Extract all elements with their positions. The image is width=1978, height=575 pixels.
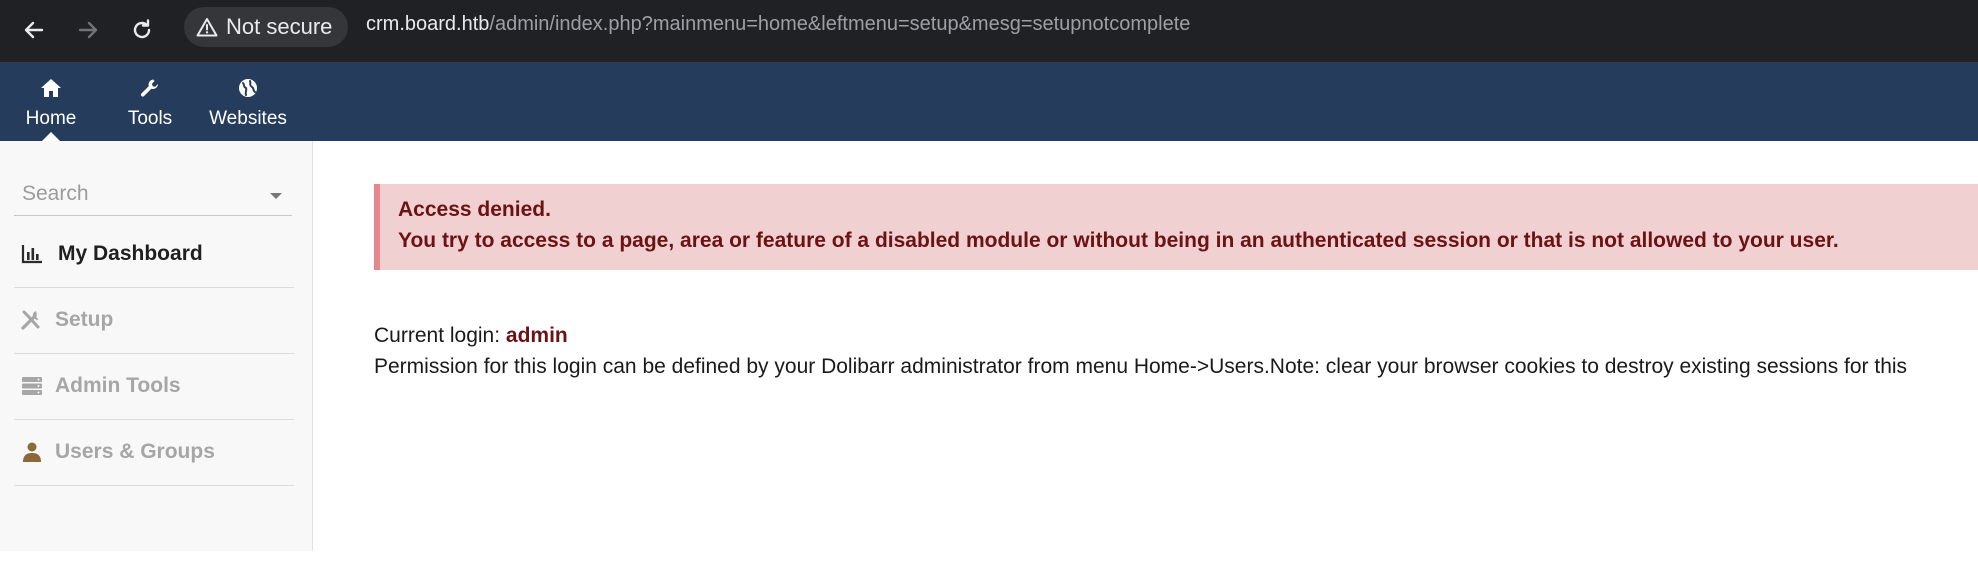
- sidebar-item-label: Users & Groups: [55, 440, 215, 463]
- sidebar-item-label: Admin Tools: [55, 374, 181, 397]
- sidebar-item-label: My Dashboard: [58, 242, 203, 265]
- reload-button[interactable]: [122, 10, 162, 50]
- topmenu-websites[interactable]: Websites: [206, 63, 290, 141]
- topmenu-home-label: Home: [25, 108, 77, 129]
- forward-button[interactable]: [68, 10, 108, 50]
- back-button[interactable]: [14, 10, 54, 50]
- chart-icon: [21, 245, 42, 264]
- wrench-icon: [140, 79, 158, 97]
- security-indicator[interactable]: Not secure: [184, 7, 349, 47]
- topmenu-home[interactable]: Home: [18, 63, 84, 141]
- sidebar-item-users-groups[interactable]: Users & Groups: [14, 419, 294, 486]
- tools-icon: [21, 310, 40, 330]
- chevron-down-icon: [270, 193, 282, 199]
- sidebar-item-my-dashboard[interactable]: My Dashboard: [14, 221, 294, 288]
- current-login: Current login: admin: [374, 324, 568, 348]
- home-icon: [41, 79, 61, 97]
- access-denied-alert: Access denied. You try to access to a pa…: [374, 184, 1978, 270]
- reload-icon: [133, 19, 151, 39]
- topmenu-websites-label: Websites: [209, 108, 287, 129]
- globe-icon: [239, 79, 257, 97]
- arrow-right-icon: [78, 21, 98, 39]
- current-login-label: Current login:: [374, 324, 506, 347]
- sidebar-item-setup[interactable]: Setup: [14, 287, 294, 354]
- top-menu: Home Tools Websites: [0, 63, 1978, 141]
- browser-toolbar: Not secure crm.board.htb/admin/index.php…: [0, 0, 1978, 63]
- permission-note: Permission for this login can be defined…: [374, 355, 1908, 378]
- url-host: crm.board.htb: [366, 13, 490, 35]
- current-login-user: admin: [505, 324, 568, 347]
- arrow-left-icon: [24, 21, 44, 39]
- left-sidebar: Search My Dashboard Setup Admin Tools Us…: [0, 141, 313, 551]
- security-label: Not secure: [226, 14, 333, 39]
- alert-message: You try to access to a page, area or fea…: [398, 229, 1839, 252]
- sidebar-item-label: Setup: [55, 308, 114, 331]
- search-placeholder: Search: [22, 182, 89, 205]
- url-path: /admin/index.php?mainmenu=home&leftmenu=…: [489, 13, 1191, 35]
- sidebar-item-admin-tools[interactable]: Admin Tools: [14, 353, 294, 420]
- alert-title: Access denied.: [398, 198, 551, 221]
- topmenu-tools[interactable]: Tools: [120, 63, 180, 141]
- warning-icon: [196, 18, 218, 37]
- search-select[interactable]: Search: [14, 175, 292, 216]
- topmenu-tools-label: Tools: [127, 108, 173, 129]
- address-bar[interactable]: crm.board.htb/admin/index.php?mainmenu=h…: [366, 13, 1190, 36]
- user-icon: [23, 442, 41, 462]
- server-icon: [22, 377, 42, 395]
